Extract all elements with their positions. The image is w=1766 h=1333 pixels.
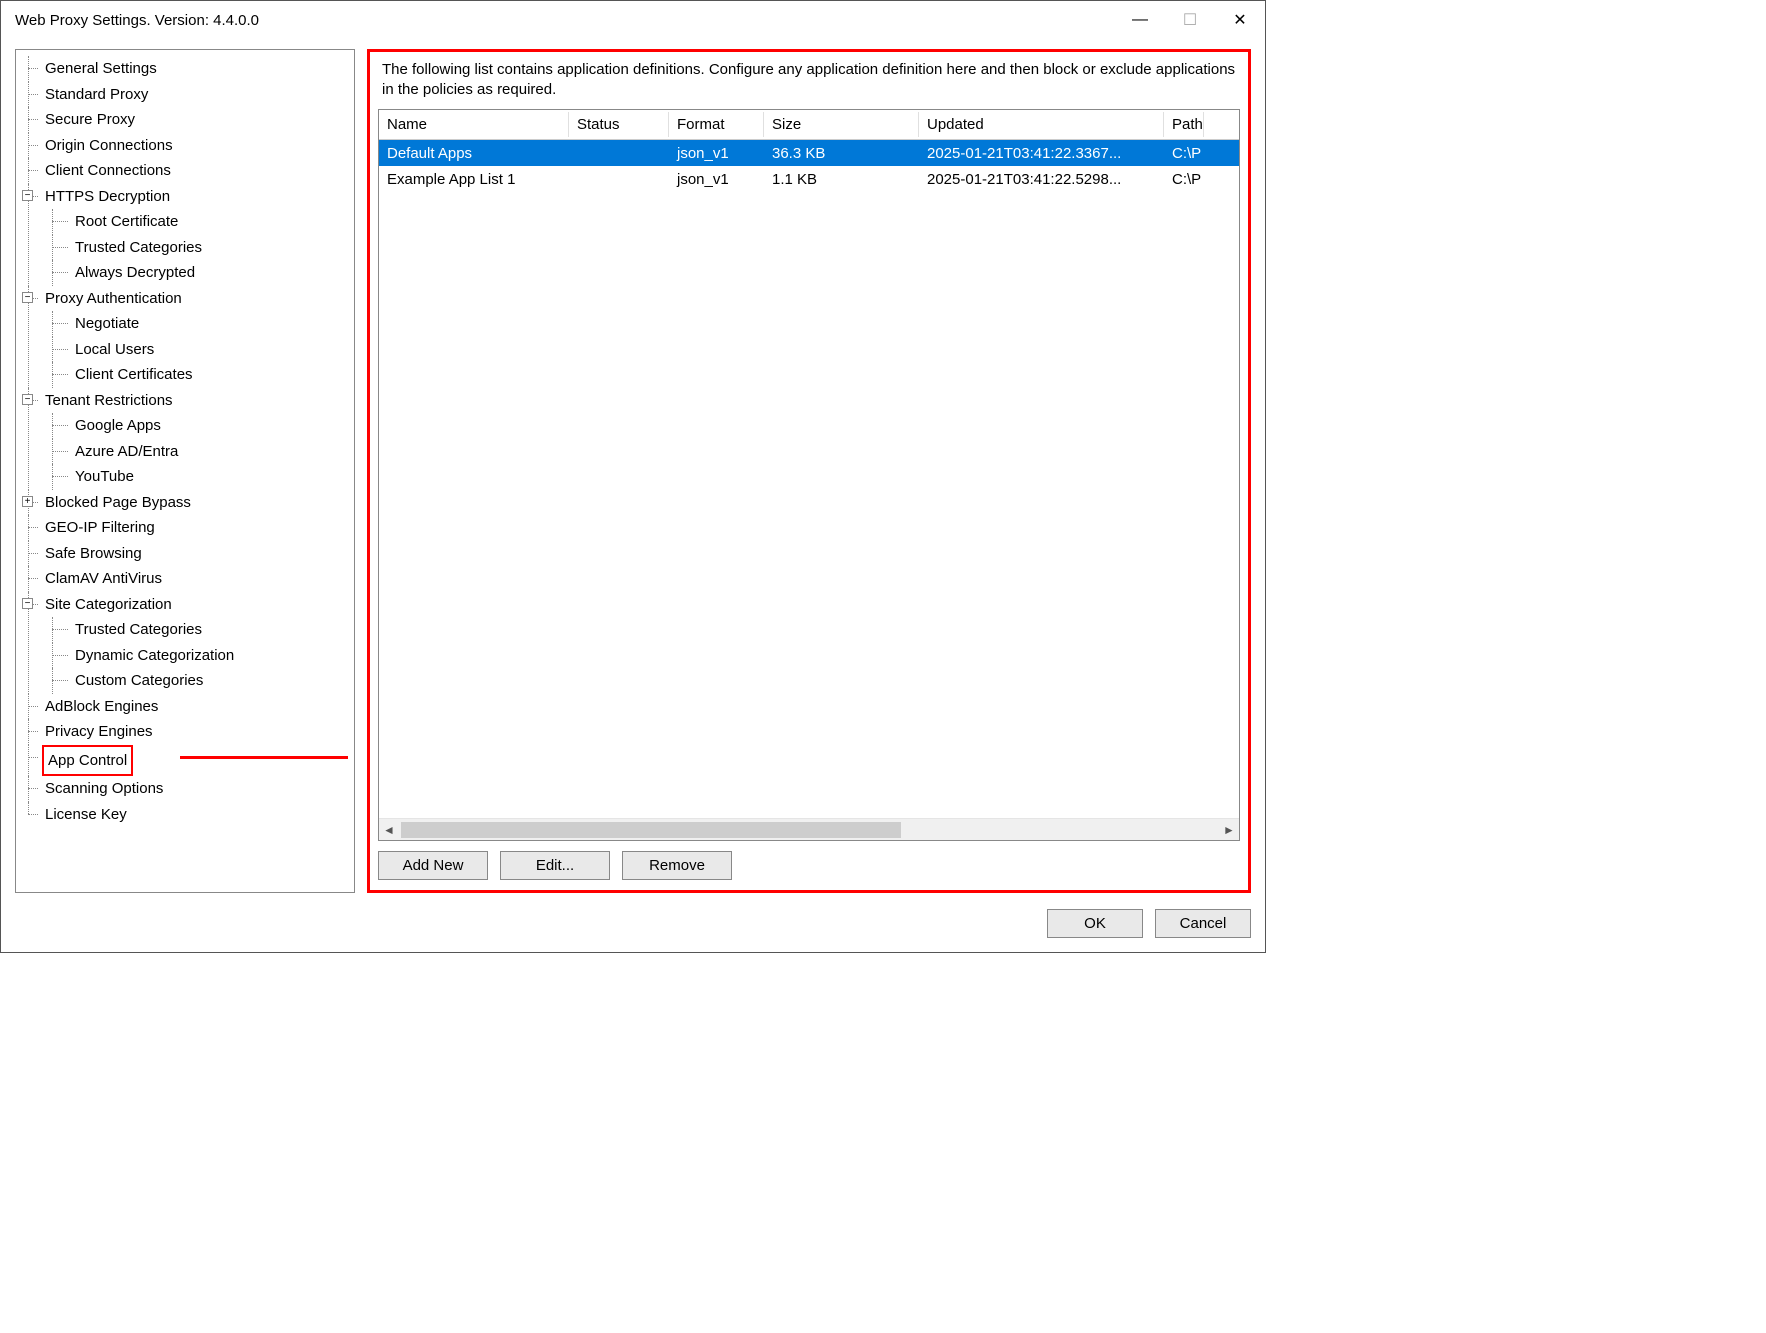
- tree-item-google-apps[interactable]: Google Apps: [42, 413, 350, 439]
- tree-item-secure-proxy[interactable]: Secure Proxy: [20, 107, 350, 133]
- tree-item-trusted-categories-2[interactable]: Trusted Categories: [42, 617, 350, 643]
- tree-item-standard-proxy[interactable]: Standard Proxy: [20, 82, 350, 108]
- scroll-right-icon[interactable]: ►: [1219, 823, 1239, 837]
- cell-name: Default Apps: [379, 143, 569, 164]
- nav-tree-panel: General Settings Standard Proxy Secure P…: [15, 49, 355, 893]
- tree-item-negotiate[interactable]: Negotiate: [42, 311, 350, 337]
- tree-item-always-decrypted[interactable]: Always Decrypted: [42, 260, 350, 286]
- collapse-icon[interactable]: −: [22, 292, 33, 303]
- col-name[interactable]: Name: [379, 112, 569, 137]
- tree-item-client-connections[interactable]: Client Connections: [20, 158, 350, 184]
- cell-path: C:\P: [1164, 169, 1204, 190]
- close-icon: ✕: [1233, 10, 1246, 30]
- content-panel: The following list contains application …: [367, 49, 1251, 893]
- minimize-button[interactable]: —: [1115, 1, 1165, 39]
- panel-description: The following list contains application …: [378, 58, 1240, 109]
- tree-item-origin-connections[interactable]: Origin Connections: [20, 133, 350, 159]
- scroll-left-icon[interactable]: ◄: [379, 823, 399, 837]
- collapse-icon[interactable]: −: [22, 394, 33, 405]
- close-button[interactable]: ✕: [1215, 1, 1265, 39]
- tree-item-adblock[interactable]: AdBlock Engines: [20, 694, 350, 720]
- app-list: Name Status Format Size Updated Path Def…: [378, 109, 1240, 841]
- dialog-buttons: OK Cancel: [15, 903, 1251, 938]
- titlebar: Web Proxy Settings. Version: 4.4.0.0 — ☐…: [1, 1, 1265, 39]
- tree-item-custom-categories[interactable]: Custom Categories: [42, 668, 350, 694]
- annotation-line: [180, 756, 348, 759]
- tree-item-app-control[interactable]: App Control: [20, 745, 350, 777]
- tree-item-local-users[interactable]: Local Users: [42, 337, 350, 363]
- cancel-button[interactable]: Cancel: [1155, 909, 1251, 938]
- cell-path: C:\P: [1164, 143, 1204, 164]
- col-size[interactable]: Size: [764, 112, 919, 137]
- tree-item-selected-label: App Control: [42, 745, 133, 777]
- tree-item-scanning-options[interactable]: Scanning Options: [20, 776, 350, 802]
- list-body: Default Apps json_v1 36.3 KB 2025-01-21T…: [379, 140, 1239, 818]
- minimize-icon: —: [1132, 11, 1148, 29]
- tree-item-root-certificate[interactable]: Root Certificate: [42, 209, 350, 235]
- tree-item-clamav[interactable]: ClamAV AntiVirus: [20, 566, 350, 592]
- list-row[interactable]: Example App List 1 json_v1 1.1 KB 2025-0…: [379, 166, 1239, 192]
- cell-format: json_v1: [669, 169, 764, 190]
- collapse-icon[interactable]: −: [22, 598, 33, 609]
- tree-item-privacy[interactable]: Privacy Engines: [20, 719, 350, 745]
- cell-size: 1.1 KB: [764, 169, 919, 190]
- tree-item-https-decryption[interactable]: − HTTPS Decryption Root Certificate Trus…: [20, 184, 350, 286]
- scroll-thumb[interactable]: [401, 822, 901, 838]
- col-updated[interactable]: Updated: [919, 112, 1164, 137]
- tree-item-general-settings[interactable]: General Settings: [20, 56, 350, 82]
- col-status[interactable]: Status: [569, 112, 669, 137]
- settings-window: Web Proxy Settings. Version: 4.4.0.0 — ☐…: [0, 0, 1266, 953]
- cell-updated: 2025-01-21T03:41:22.5298...: [919, 169, 1164, 190]
- tree-item-blocked-page-bypass[interactable]: + Blocked Page Bypass: [20, 490, 350, 516]
- cell-status: [569, 151, 669, 155]
- cell-size: 36.3 KB: [764, 143, 919, 164]
- window-title: Web Proxy Settings. Version: 4.4.0.0: [15, 12, 1115, 29]
- col-format[interactable]: Format: [669, 112, 764, 137]
- horizontal-scrollbar[interactable]: ◄ ►: [379, 818, 1239, 840]
- action-buttons: Add New Edit... Remove: [378, 841, 1240, 880]
- tree-item-geoip[interactable]: GEO-IP Filtering: [20, 515, 350, 541]
- list-header: Name Status Format Size Updated Path: [379, 110, 1239, 140]
- collapse-icon[interactable]: −: [22, 190, 33, 201]
- tree-item-safe-browsing[interactable]: Safe Browsing: [20, 541, 350, 567]
- tree-item-trusted-categories[interactable]: Trusted Categories: [42, 235, 350, 261]
- edit-button[interactable]: Edit...: [500, 851, 610, 880]
- cell-status: [569, 177, 669, 181]
- tree-item-youtube[interactable]: YouTube: [42, 464, 350, 490]
- add-new-button[interactable]: Add New: [378, 851, 488, 880]
- tree-item-dynamic-categorization[interactable]: Dynamic Categorization: [42, 643, 350, 669]
- tree-item-client-certificates[interactable]: Client Certificates: [42, 362, 350, 388]
- tree-item-site-categorization[interactable]: − Site Categorization Trusted Categories…: [20, 592, 350, 694]
- remove-button[interactable]: Remove: [622, 851, 732, 880]
- main-area: General Settings Standard Proxy Secure P…: [15, 49, 1251, 893]
- maximize-icon: ☐: [1183, 10, 1197, 30]
- ok-button[interactable]: OK: [1047, 909, 1143, 938]
- tree-item-license-key[interactable]: License Key: [20, 802, 350, 828]
- nav-tree: General Settings Standard Proxy Secure P…: [20, 56, 350, 827]
- cell-name: Example App List 1: [379, 169, 569, 190]
- tree-item-proxy-authentication[interactable]: − Proxy Authentication Negotiate Local U…: [20, 286, 350, 388]
- client-area: General Settings Standard Proxy Secure P…: [1, 39, 1265, 952]
- maximize-button[interactable]: ☐: [1165, 1, 1215, 39]
- col-path[interactable]: Path: [1164, 112, 1204, 137]
- tree-item-azure-ad[interactable]: Azure AD/Entra: [42, 439, 350, 465]
- expand-icon[interactable]: +: [22, 496, 33, 507]
- list-row[interactable]: Default Apps json_v1 36.3 KB 2025-01-21T…: [379, 140, 1239, 166]
- cell-updated: 2025-01-21T03:41:22.3367...: [919, 143, 1164, 164]
- tree-item-tenant-restrictions[interactable]: − Tenant Restrictions Google Apps Azure …: [20, 388, 350, 490]
- cell-format: json_v1: [669, 143, 764, 164]
